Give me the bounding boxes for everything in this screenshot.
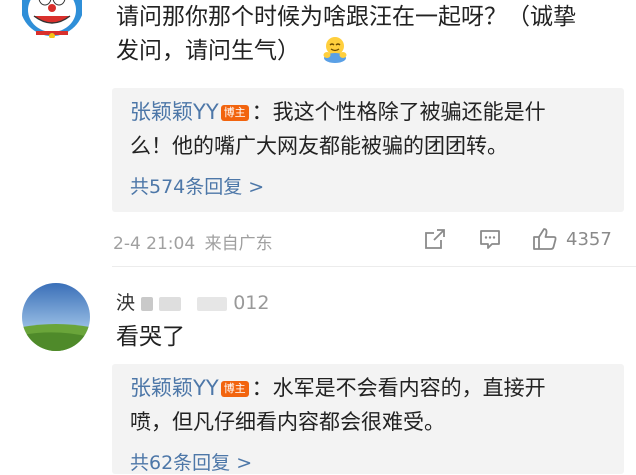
like-icon	[533, 228, 557, 250]
reply-box[interactable]: 张颖颖YY 博主 ：我这个性格除了被骗还能是什 么！他的嘴广大网友都能被骗的团团转。…	[112, 88, 624, 212]
reply-author[interactable]: 张颖颖YY	[130, 376, 219, 400]
avatar[interactable]	[22, 0, 82, 38]
username-blur	[159, 296, 182, 311]
reply-line: 张颖颖YY 博主 ：我这个性格除了被骗还能是什	[130, 96, 546, 128]
comment-text-line: 请问那你那个时候为啥跟汪在一起呀？（诚挚	[116, 4, 576, 30]
reply-line-2: 么！他的嘴广大网友都能被骗的团团转。	[130, 134, 508, 158]
author-badge: 博主	[220, 381, 249, 397]
author-badge: 博主	[220, 105, 249, 121]
location: 来自广东	[204, 234, 273, 254]
timestamp: 2-4 21:04	[113, 234, 196, 254]
username-blur	[141, 296, 154, 311]
divider	[112, 266, 636, 267]
more-replies-link[interactable]: 共62条回复 >	[130, 448, 252, 475]
avatar[interactable]	[22, 283, 90, 351]
comment-meta: 2-4 21:04 来自广东	[113, 229, 273, 254]
username-suffix: 012	[233, 292, 270, 314]
comment-icon	[480, 230, 500, 249]
like-button[interactable]: 4357	[532, 227, 612, 251]
reply-line: 张颖颖YY 博主 ：水军是不会看内容的，直接开	[130, 372, 546, 404]
comment-text-line-2: 发问，请问生气）	[116, 38, 300, 64]
reply-text: ：我这个性格除了被骗还能是什	[251, 100, 546, 124]
username-visible: 泱	[116, 292, 136, 314]
comment-button[interactable]	[478, 227, 502, 251]
landscape-avatar-icon	[22, 283, 90, 351]
reply-text: ：水军是不会看内容的，直接开	[251, 376, 546, 400]
comment-text-line: 发问，请问生气）	[116, 34, 576, 68]
comment-text: 请问那你那个时候为啥跟汪在一起呀？（诚挚 发问，请问生气）	[116, 0, 576, 68]
doraemon-avatar-icon	[22, 0, 82, 38]
comment-text: 看哭了	[116, 324, 185, 350]
more-replies-link[interactable]: 共574条回复 >	[130, 172, 264, 199]
share-icon	[425, 229, 445, 249]
username[interactable]: 泱 012	[116, 288, 269, 315]
reply-box[interactable]: 张颖颖YY 博主 ：水军是不会看内容的，直接开 喷，但凡仔细看内容都会很难受。 共6…	[112, 364, 624, 474]
share-button[interactable]	[423, 227, 447, 251]
like-count: 4357	[566, 228, 612, 250]
hug-emoji-icon	[323, 37, 347, 63]
reply-line-2: 喷，但凡仔细看内容都会很难受。	[130, 410, 445, 434]
username-blur	[197, 296, 228, 311]
reply-author[interactable]: 张颖颖YY	[130, 100, 219, 124]
